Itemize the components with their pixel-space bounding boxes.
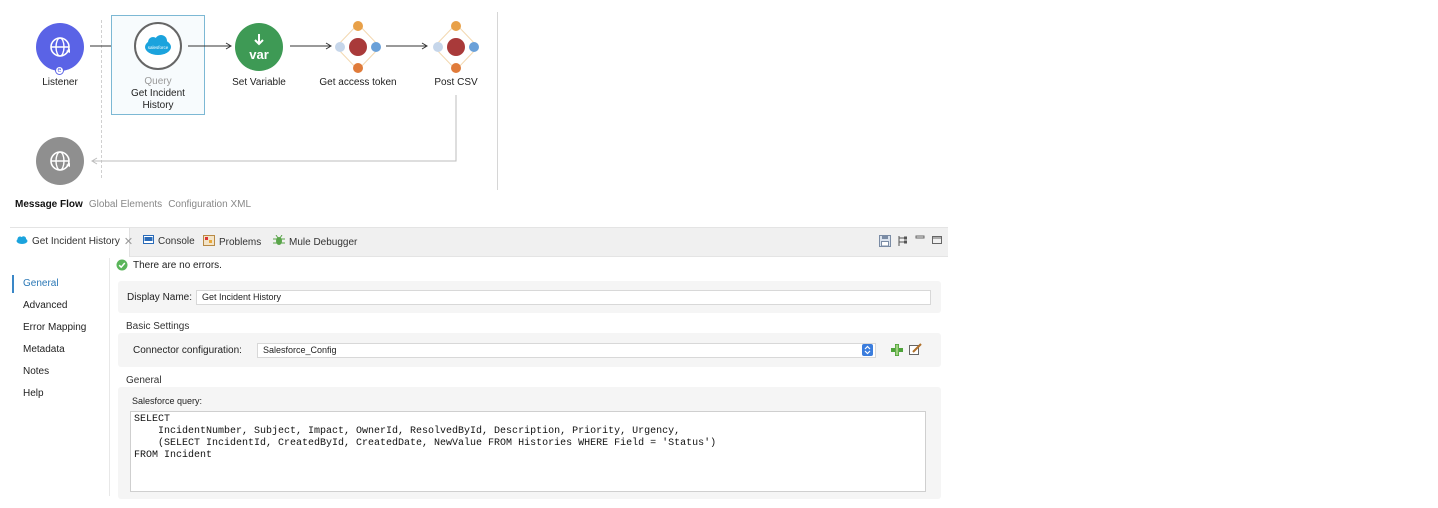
set-variable-node[interactable]: var [235,23,283,71]
debugger-bug-icon [273,234,285,249]
dropdown-stepper-icon[interactable] [862,344,873,359]
tab-global-elements[interactable]: Global Elements [89,199,162,210]
tab-mule-debugger[interactable]: Mule Debugger [273,234,358,249]
general-section: Salesforce query: SELECT IncidentNumber,… [118,387,941,499]
node-sublabel-query: Query [144,76,172,87]
display-name-input[interactable]: Get Incident History [196,290,931,305]
display-name-label: Display Name: [127,292,193,303]
nav-item-advanced[interactable]: Advanced [23,300,67,311]
maximize-icon[interactable] [932,235,942,248]
general-section-title: General [126,375,162,386]
http-request-node-icon[interactable] [430,20,482,74]
flow-canvas[interactable]: e Listener salesforce Query Get Incident… [0,0,500,190]
globe-icon [50,37,70,57]
connector-configuration-label: Connector configuration: [133,345,242,356]
flow-arrow [188,42,232,50]
nav-item-error-mapping[interactable]: Error Mapping [23,322,86,333]
response-node[interactable] [36,137,84,185]
listener-node[interactable] [36,23,84,71]
status-check-icon [116,259,128,274]
salesforce-cloud-icon: salesforce [145,35,171,55]
salesforce-query-label: Salesforce query: [132,396,203,406]
nav-item-help[interactable]: Help [23,388,44,399]
console-icon [143,235,154,248]
tree-view-icon[interactable] [897,235,909,250]
salesforce-node[interactable]: salesforce [134,22,182,70]
minimize-icon[interactable] [915,233,925,245]
tab-label: Problems [219,236,262,248]
status-message: There are no errors. [133,260,222,271]
globe-icon [50,151,70,171]
node-label-listener: Listener [42,77,78,88]
node-label-get-access-token: Get access token [319,77,397,88]
tab-label: Get Incident History [32,236,120,247]
close-tab-icon[interactable]: ✕ [124,235,133,248]
nav-item-metadata[interactable]: Metadata [23,344,65,355]
flow-arrow [290,42,332,50]
http-request-node-icon[interactable] [332,20,384,74]
nav-item-notes[interactable]: Notes [23,366,49,377]
tab-configuration-xml[interactable]: Configuration XML [168,199,251,210]
properties-tab-bar: Get Incident History ✕ Console Problems … [10,227,948,257]
tab-message-flow[interactable]: Message Flow [15,199,83,210]
salesforce-badge-text: salesforce [148,45,169,50]
save-icon[interactable] [879,235,891,250]
editor-view-tabs: Message Flow Global Elements Configuration… [15,199,257,210]
tab-problems[interactable]: Problems [203,235,261,249]
nav-item-general[interactable]: General [23,278,59,289]
response-return-line [91,95,457,165]
node-label-set-variable: Set Variable [232,77,286,88]
var-icon-text: var [249,47,269,62]
tab-console[interactable]: Console [143,235,195,248]
salesforce-cloud-icon [16,236,28,247]
tab-label: Mule Debugger [289,236,358,248]
basic-settings-section: Connector configuration: Salesforce_Conf… [118,333,941,367]
edit-configuration-icon[interactable] [909,343,922,359]
add-configuration-icon[interactable] [891,344,903,359]
node-label-post-csv: Post CSV [434,77,478,88]
salesforce-query-editor[interactable]: SELECT IncidentNumber, Subject, Impact, … [130,411,926,492]
active-nav-indicator [12,275,14,293]
tab-get-incident-history[interactable]: Get Incident History ✕ [16,235,133,248]
flow-arrow [386,42,428,50]
basic-settings-title: Basic Settings [126,321,190,332]
properties-side-nav: General Advanced Error Mapping Metadata … [10,258,110,496]
canvas-divider [497,12,498,190]
connector-configuration-select[interactable]: Salesforce_Config [257,343,876,358]
problems-icon [203,235,215,249]
tab-label: Console [158,236,195,247]
display-name-section: Display Name: Get Incident History [118,281,941,313]
source-badge-icon: e [55,66,64,75]
